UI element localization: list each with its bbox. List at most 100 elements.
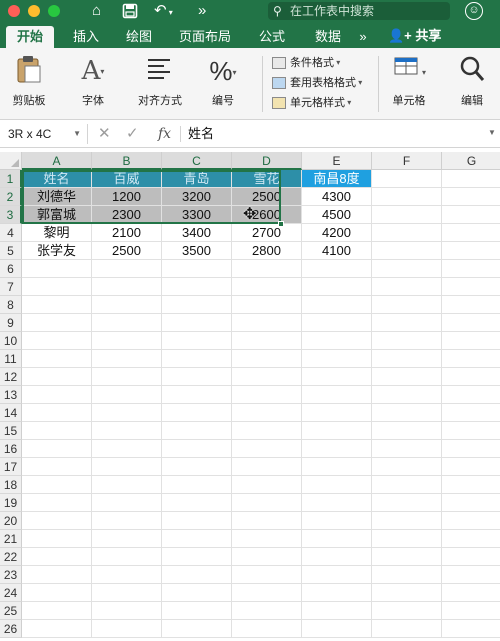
cell-f7[interactable] [372,278,442,296]
row-header-8[interactable]: 8 [0,296,22,314]
cell-a7[interactable] [22,278,92,296]
cell-c26[interactable] [162,620,232,638]
cell-g21[interactable] [442,530,500,548]
cell-f2[interactable] [372,188,442,206]
cell-f14[interactable] [372,404,442,422]
cell-c7[interactable] [162,278,232,296]
cell-c25[interactable] [162,602,232,620]
cell-g8[interactable] [442,296,500,314]
row-header-4[interactable]: 4 [0,224,22,242]
tab-formulas[interactable]: 公式 [256,26,288,48]
cell-f4[interactable] [372,224,442,242]
cell-d4[interactable]: 2700 [232,224,302,242]
number-group[interactable]: %▾ 编号 [198,48,248,120]
cell-f21[interactable] [372,530,442,548]
cell-f12[interactable] [372,368,442,386]
cell-e12[interactable] [302,368,372,386]
cell-b6[interactable] [92,260,162,278]
cell-b19[interactable] [92,494,162,512]
font-group[interactable]: A▾ 字体 [68,48,118,120]
cell-f8[interactable] [372,296,442,314]
cell-f16[interactable] [372,440,442,458]
cell-c1[interactable]: 青岛 [162,170,232,188]
cell-b10[interactable] [92,332,162,350]
tab-data[interactable]: 数据 [312,26,344,48]
column-header-d[interactable]: D [232,152,302,170]
name-box[interactable]: 3R x 4C ▼ [0,124,88,144]
cell-a1[interactable]: 姓名 [22,170,92,188]
cell-a14[interactable] [22,404,92,422]
cell-g7[interactable] [442,278,500,296]
cell-e8[interactable] [302,296,372,314]
cell-b11[interactable] [92,350,162,368]
cell-c23[interactable] [162,566,232,584]
cell-d16[interactable] [232,440,302,458]
row-header-7[interactable]: 7 [0,278,22,296]
cell-a8[interactable] [22,296,92,314]
row-header-25[interactable]: 25 [0,602,22,620]
cell-f13[interactable] [372,386,442,404]
cell-e2[interactable]: 4300 [302,188,372,206]
cell-b12[interactable] [92,368,162,386]
cell-a6[interactable] [22,260,92,278]
cell-g19[interactable] [442,494,500,512]
row-header-10[interactable]: 10 [0,332,22,350]
cell-a17[interactable] [22,458,92,476]
cell-e6[interactable] [302,260,372,278]
cell-g4[interactable] [442,224,500,242]
row-header-18[interactable]: 18 [0,476,22,494]
cell-g2[interactable] [442,188,500,206]
cell-f11[interactable] [372,350,442,368]
cell-g24[interactable] [442,584,500,602]
conditional-format-button[interactable]: 条件格式 ▾ [272,54,340,72]
cell-a23[interactable] [22,566,92,584]
cell-e21[interactable] [302,530,372,548]
cell-a2[interactable]: 刘德华 [22,188,92,206]
cell-a25[interactable] [22,602,92,620]
cell-c9[interactable] [162,314,232,332]
cell-d23[interactable] [232,566,302,584]
cell-f9[interactable] [372,314,442,332]
cell-e3[interactable]: 4500 [302,206,372,224]
cell-d14[interactable] [232,404,302,422]
cell-e4[interactable]: 4200 [302,224,372,242]
cancel-icon[interactable]: ✕ [98,124,111,144]
cell-e1[interactable]: 南昌8度 [302,170,372,188]
cell-a24[interactable] [22,584,92,602]
column-header-g[interactable]: G [442,152,500,170]
cell-d13[interactable] [232,386,302,404]
clipboard-group[interactable]: 剪贴板 [4,48,54,120]
tab-draw[interactable]: 绘图 [122,26,156,48]
row-header-13[interactable]: 13 [0,386,22,404]
formula-input[interactable]: 姓名 [188,124,214,144]
cell-f23[interactable] [372,566,442,584]
cell-c5[interactable]: 3500 [162,242,232,260]
cell-d26[interactable] [232,620,302,638]
row-header-5[interactable]: 5 [0,242,22,260]
row-header-12[interactable]: 12 [0,368,22,386]
cell-c6[interactable] [162,260,232,278]
expand-formula-icon[interactable]: ▼ [488,128,496,137]
cell-a5[interactable]: 张学友 [22,242,92,260]
tab-page-layout[interactable]: 页面布局 [174,26,236,48]
cell-b9[interactable] [92,314,162,332]
cell-a18[interactable] [22,476,92,494]
row-header-22[interactable]: 22 [0,548,22,566]
cell-b1[interactable]: 百威 [92,170,162,188]
cell-f1[interactable] [372,170,442,188]
cell-b16[interactable] [92,440,162,458]
cell-a11[interactable] [22,350,92,368]
cell-c11[interactable] [162,350,232,368]
cell-a22[interactable] [22,548,92,566]
cell-g23[interactable] [442,566,500,584]
row-header-14[interactable]: 14 [0,404,22,422]
format-as-table-button[interactable]: 套用表格格式 ▾ [272,74,362,92]
tabs-overflow-icon[interactable]: » [356,26,370,48]
cell-e24[interactable] [302,584,372,602]
cell-e25[interactable] [302,602,372,620]
cell-e14[interactable] [302,404,372,422]
cell-d11[interactable] [232,350,302,368]
cell-f22[interactable] [372,548,442,566]
cell-b20[interactable] [92,512,162,530]
cell-a15[interactable] [22,422,92,440]
